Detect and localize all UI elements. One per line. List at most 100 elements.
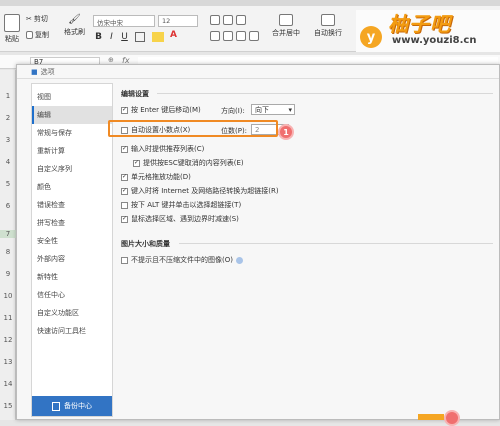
row-number[interactable]: 9 bbox=[0, 270, 16, 278]
format-painter-button[interactable]: 🖌 格式刷 bbox=[64, 14, 85, 37]
slow-select-checkbox[interactable]: ✓ bbox=[121, 215, 128, 223]
paste-icon bbox=[4, 14, 20, 32]
enter-move-checkbox[interactable]: ✓ bbox=[121, 106, 128, 114]
ok-button[interactable] bbox=[418, 414, 444, 420]
row-number[interactable]: 7 bbox=[0, 230, 16, 238]
hyperlink-convert-checkbox[interactable]: ✓ bbox=[121, 187, 128, 195]
underline-button[interactable]: U bbox=[119, 31, 130, 43]
font-name-select[interactable]: 仿宋中宋 bbox=[93, 15, 155, 27]
font-name-value: 仿宋中宋 bbox=[97, 19, 123, 27]
nav-item-security[interactable]: 安全性 bbox=[32, 232, 112, 250]
align-left-icon[interactable] bbox=[210, 31, 220, 41]
italic-button[interactable]: I bbox=[106, 31, 117, 43]
slow-select-option[interactable]: ✓ 鼠标选择区域、遇到边界时减速(S) bbox=[121, 214, 239, 224]
nav-item-custom-lists[interactable]: 自定义序列 bbox=[32, 160, 112, 178]
title-strip bbox=[0, 0, 500, 6]
nav-item-spell-check[interactable]: 拼写检查 bbox=[32, 214, 112, 232]
cut-label: 剪切 bbox=[33, 15, 48, 23]
direction-label: 方向(I): bbox=[221, 107, 245, 115]
cut-button[interactable]: ✂ 剪切 bbox=[26, 14, 48, 24]
drag-drop-checkbox[interactable]: ✓ bbox=[121, 173, 128, 181]
wrap-icon bbox=[321, 14, 335, 26]
no-compress-checkbox[interactable] bbox=[121, 256, 128, 264]
backup-center-label: 备份中心 bbox=[64, 402, 92, 410]
bold-button[interactable]: B bbox=[93, 31, 104, 43]
direction-value: 向下 bbox=[255, 105, 269, 114]
row-number[interactable]: 15 bbox=[0, 402, 16, 410]
align-right-icon[interactable] bbox=[236, 31, 246, 41]
logo-circle: y bbox=[360, 26, 382, 48]
nav-item-general-save[interactable]: 常规与保存 bbox=[32, 124, 112, 142]
drag-drop-option[interactable]: ✓ 单元格拖放功能(D) bbox=[121, 172, 191, 182]
row-number[interactable]: 6 bbox=[0, 202, 16, 210]
wps-logo-icon: ■ bbox=[31, 67, 38, 76]
autocomplete-label: 输入时提供推荐列表(C) bbox=[131, 145, 205, 153]
esc-list-label: 提供按ESC键取消的内容列表(E) bbox=[143, 159, 244, 167]
format-painter-label: 格式刷 bbox=[64, 28, 85, 36]
row-number[interactable]: 2 bbox=[0, 114, 16, 122]
hyperlink-convert-option[interactable]: ✓ 键入时将 Internet 及网络路径转换为超链接(R) bbox=[121, 186, 279, 196]
alt-click-checkbox[interactable] bbox=[121, 201, 128, 209]
paste-button[interactable] bbox=[4, 14, 20, 32]
chevron-down-icon: ▾ bbox=[288, 105, 292, 114]
no-compress-option[interactable]: 不提示且不压缩文件中的图像(O) bbox=[121, 255, 243, 265]
row-number[interactable]: 13 bbox=[0, 358, 16, 366]
no-compress-label: 不提示且不压缩文件中的图像(O) bbox=[131, 256, 233, 264]
nav-item-error-check[interactable]: 错误检查 bbox=[32, 196, 112, 214]
nav-item-external-content[interactable]: 外部内容 bbox=[32, 250, 112, 268]
options-dialog: ■ 选项 视图 编辑 常规与保存 重新计算 自定义序列 颜色 错误检查 拼写检查… bbox=[16, 64, 500, 420]
nav-item-new-features[interactable]: 新特性 bbox=[32, 268, 112, 286]
row-number[interactable]: 12 bbox=[0, 336, 16, 344]
font-size-value: 12 bbox=[162, 17, 171, 25]
enter-move-option[interactable]: ✓ 按 Enter 键后移动(M) bbox=[121, 105, 201, 115]
esc-list-checkbox[interactable]: ✓ bbox=[133, 159, 140, 167]
wrap-text-button[interactable]: 自动换行 bbox=[314, 14, 342, 38]
brush-icon: 🖌 bbox=[68, 14, 81, 25]
info-icon[interactable] bbox=[235, 256, 243, 264]
align-top-group bbox=[210, 15, 270, 27]
justify-icon[interactable] bbox=[249, 31, 259, 41]
align-top-icon[interactable] bbox=[210, 15, 220, 25]
logo-url: www.youzi8.cn bbox=[392, 35, 477, 46]
nav-item-customize-ribbon[interactable]: 自定义功能区 bbox=[32, 304, 112, 322]
step-badge-2 bbox=[444, 410, 460, 426]
row-number[interactable]: 10 bbox=[0, 292, 16, 300]
font-color-icon[interactable]: A bbox=[170, 30, 177, 40]
direction-select[interactable]: 向下 ▾ bbox=[251, 104, 295, 115]
autocomplete-option[interactable]: ✓ 输入时提供推荐列表(C) bbox=[121, 144, 204, 154]
nav-item-colors[interactable]: 颜色 bbox=[32, 178, 112, 196]
enter-move-label: 按 Enter 键后移动(M) bbox=[131, 106, 201, 114]
nav-item-view[interactable]: 视图 bbox=[32, 88, 112, 106]
nav-item-quick-access[interactable]: 快速访问工具栏 bbox=[32, 322, 112, 340]
row-number[interactable]: 3 bbox=[0, 136, 16, 144]
backup-icon bbox=[52, 401, 60, 411]
nav-item-edit[interactable]: 编辑 bbox=[32, 106, 112, 124]
edit-section-title: 编辑设置 bbox=[121, 90, 149, 98]
border-icon[interactable] bbox=[135, 32, 145, 42]
esc-list-option[interactable]: ✓ 提供按ESC键取消的内容列表(E) bbox=[133, 158, 244, 168]
align-bottom-icon[interactable] bbox=[236, 15, 246, 25]
row-number[interactable]: 8 bbox=[0, 248, 16, 256]
row-number[interactable]: 14 bbox=[0, 380, 16, 388]
copy-button[interactable]: 复制 bbox=[26, 30, 49, 40]
fill-color-icon[interactable] bbox=[152, 32, 164, 42]
align-center-icon[interactable] bbox=[223, 31, 233, 41]
row-number[interactable]: 5 bbox=[0, 180, 16, 188]
drag-drop-label: 单元格拖放功能(D) bbox=[131, 173, 191, 181]
font-size-select[interactable]: 12 bbox=[158, 15, 198, 27]
paste-label: 粘贴 bbox=[5, 35, 19, 43]
align-middle-icon[interactable] bbox=[223, 15, 233, 25]
image-section-title: 图片大小和质量 bbox=[121, 240, 170, 248]
merge-center-button[interactable]: 合并居中 bbox=[272, 14, 300, 38]
alt-click-option[interactable]: 按下 ALT 键并单击以选择超链接(T) bbox=[121, 200, 241, 210]
backup-center-button[interactable]: 备份中心 bbox=[32, 396, 112, 416]
row-number[interactable]: 1 bbox=[0, 92, 16, 100]
row-number[interactable]: 4 bbox=[0, 158, 16, 166]
nav-item-recalculate[interactable]: 重新计算 bbox=[32, 142, 112, 160]
zoom-icon[interactable]: ⊕ bbox=[108, 56, 114, 64]
copy-label: 复制 bbox=[35, 31, 49, 39]
row-number[interactable]: 11 bbox=[0, 314, 16, 322]
autocomplete-checkbox[interactable]: ✓ bbox=[121, 145, 128, 153]
dialog-title: 选项 bbox=[40, 67, 55, 76]
nav-item-trust-center[interactable]: 信任中心 bbox=[32, 286, 112, 304]
